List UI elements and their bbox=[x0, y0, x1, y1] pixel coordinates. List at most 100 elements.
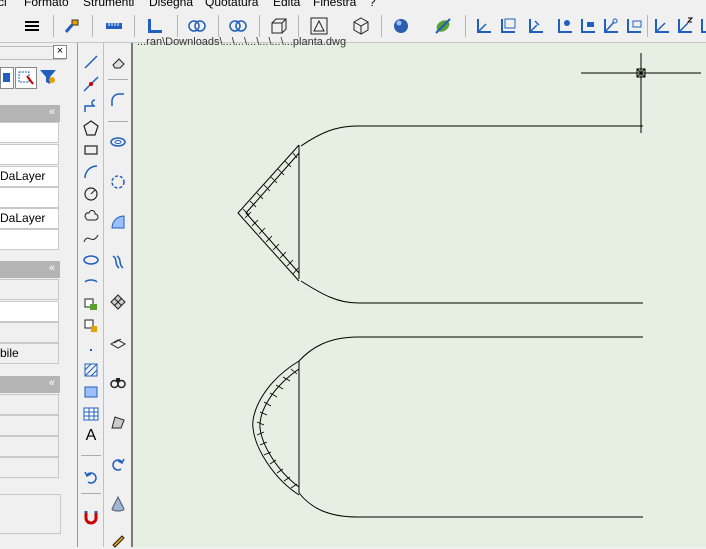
3d-face-button[interactable] bbox=[268, 16, 288, 36]
ucs-x-button[interactable] bbox=[652, 16, 672, 36]
spline-tool[interactable] bbox=[82, 229, 100, 247]
region-tool[interactable] bbox=[82, 383, 100, 401]
property-row-linetype[interactable]: DaLayer bbox=[0, 208, 59, 229]
sweep-tool[interactable] bbox=[109, 213, 127, 231]
revision-cloud-tool[interactable] bbox=[82, 207, 100, 225]
drawing-geometry bbox=[237, 53, 701, 518]
arc-tool[interactable] bbox=[82, 163, 100, 181]
ucs-view-button[interactable] bbox=[624, 16, 644, 36]
walk-tool[interactable] bbox=[109, 413, 127, 431]
make-block-tool[interactable] bbox=[82, 317, 100, 335]
table-tool[interactable] bbox=[82, 405, 100, 423]
ucs-object-button[interactable] bbox=[578, 16, 598, 36]
loft-tool[interactable] bbox=[109, 253, 127, 271]
menu-item-finestra[interactable]: Finestra bbox=[313, 0, 356, 9]
pencil-tool[interactable] bbox=[109, 531, 127, 549]
collapse-chevron-icon[interactable]: « bbox=[49, 377, 55, 389]
erase-tool[interactable] bbox=[109, 53, 127, 71]
box-outline-icon bbox=[271, 18, 287, 34]
polygon-tool[interactable] bbox=[82, 119, 100, 137]
property-row[interactable] bbox=[0, 436, 59, 457]
property-row[interactable] bbox=[0, 187, 59, 208]
ucs-origin-button[interactable] bbox=[526, 16, 546, 36]
property-row[interactable] bbox=[0, 322, 59, 343]
property-row[interactable] bbox=[0, 122, 59, 143]
ruler-icon bbox=[106, 23, 122, 29]
dimension-style-button[interactable] bbox=[145, 16, 165, 36]
section-header-3d[interactable]: « bbox=[0, 261, 60, 278]
ucs-y-icon bbox=[701, 19, 706, 33]
menu-item-strumenti[interactable]: Strumenti bbox=[83, 0, 134, 9]
ucs-y-button[interactable] bbox=[698, 16, 706, 36]
ucs-3point-button[interactable] bbox=[555, 16, 575, 36]
ucs-icon bbox=[477, 19, 491, 33]
property-row[interactable] bbox=[0, 144, 59, 165]
menu-item-disegna[interactable]: Disegna bbox=[149, 0, 193, 9]
hatch-tool[interactable] bbox=[82, 361, 100, 379]
revolve-icon bbox=[111, 175, 125, 189]
materials-button[interactable] bbox=[433, 16, 453, 36]
fillet-tool[interactable] bbox=[109, 91, 127, 109]
drawing-canvas[interactable]: ...ran\Downloads\...\...\...\...\...\...… bbox=[131, 36, 706, 547]
3d-box-button[interactable] bbox=[351, 16, 371, 36]
walk-icon bbox=[111, 416, 125, 429]
menu-item-servizi[interactable]: ci bbox=[0, 0, 7, 9]
property-row-plotstyle[interactable]: bile bbox=[0, 343, 59, 364]
snap-magnet-button[interactable] bbox=[82, 508, 100, 526]
view-triangle-button[interactable] bbox=[309, 16, 329, 36]
revolve-tool[interactable] bbox=[109, 173, 127, 191]
collapse-chevron-icon[interactable]: « bbox=[49, 106, 55, 118]
section-header-view[interactable]: « bbox=[0, 376, 60, 393]
property-row[interactable] bbox=[0, 394, 59, 415]
paintbrush-icon bbox=[64, 19, 79, 33]
mesh-tool[interactable] bbox=[109, 293, 127, 311]
planar-surface-tool[interactable] bbox=[109, 333, 127, 351]
select-objects-button[interactable] bbox=[15, 67, 37, 89]
lineweight-button[interactable] bbox=[22, 16, 42, 36]
insert-block-tool[interactable] bbox=[82, 295, 100, 313]
pencil-icon bbox=[112, 535, 125, 548]
region-button[interactable] bbox=[187, 16, 207, 36]
undo-button[interactable] bbox=[82, 468, 100, 486]
redo-button[interactable] bbox=[109, 455, 127, 473]
collapse-chevron-icon[interactable]: « bbox=[49, 262, 55, 274]
upper-top-curve bbox=[300, 125, 359, 147]
rectangle-tool[interactable] bbox=[82, 141, 100, 159]
measure-button[interactable] bbox=[104, 16, 124, 36]
property-row[interactable] bbox=[0, 229, 59, 250]
ellipse-tool[interactable] bbox=[82, 251, 100, 269]
ellipse-arc-tool[interactable] bbox=[82, 273, 100, 291]
menu-item-quotatura[interactable]: Quotatura bbox=[205, 0, 258, 9]
property-row[interactable] bbox=[0, 279, 59, 300]
render-button[interactable] bbox=[391, 16, 411, 36]
property-row[interactable] bbox=[0, 301, 59, 322]
menu-item-edita[interactable]: Edita bbox=[273, 0, 300, 9]
quick-select-icon bbox=[3, 73, 10, 82]
cone-tool[interactable] bbox=[109, 495, 127, 513]
ucs-world-button[interactable] bbox=[474, 16, 494, 36]
overlap-circles-icon bbox=[188, 20, 206, 32]
boolean-button[interactable] bbox=[228, 16, 248, 36]
select-objects-icon bbox=[18, 71, 34, 85]
circle-tool[interactable] bbox=[82, 185, 100, 203]
property-row-layer[interactable]: DaLayer bbox=[0, 166, 59, 187]
section-header-general[interactable]: « bbox=[0, 105, 60, 122]
filter-button[interactable] bbox=[38, 67, 58, 87]
polyline-tool[interactable] bbox=[82, 97, 100, 115]
menu-item-help[interactable]: ? bbox=[369, 0, 376, 9]
text-tool[interactable]: A bbox=[82, 427, 100, 445]
property-row[interactable] bbox=[0, 415, 59, 436]
construction-line-tool[interactable] bbox=[82, 75, 100, 93]
ucs-previous-button[interactable] bbox=[498, 16, 518, 36]
match-properties-button[interactable] bbox=[62, 16, 82, 36]
point-tool[interactable] bbox=[82, 341, 100, 359]
menu-item-formato[interactable]: Formato bbox=[24, 0, 69, 9]
torus-tool[interactable] bbox=[109, 133, 127, 151]
quick-select-button[interactable] bbox=[0, 67, 14, 89]
ucs-face-button[interactable] bbox=[601, 16, 621, 36]
3d-orbit-tool[interactable] bbox=[109, 373, 127, 391]
panel-close-button[interactable]: × bbox=[53, 45, 67, 59]
property-row[interactable] bbox=[0, 457, 59, 478]
line-tool[interactable] bbox=[82, 53, 100, 71]
ucs-z-button[interactable] bbox=[675, 16, 695, 36]
